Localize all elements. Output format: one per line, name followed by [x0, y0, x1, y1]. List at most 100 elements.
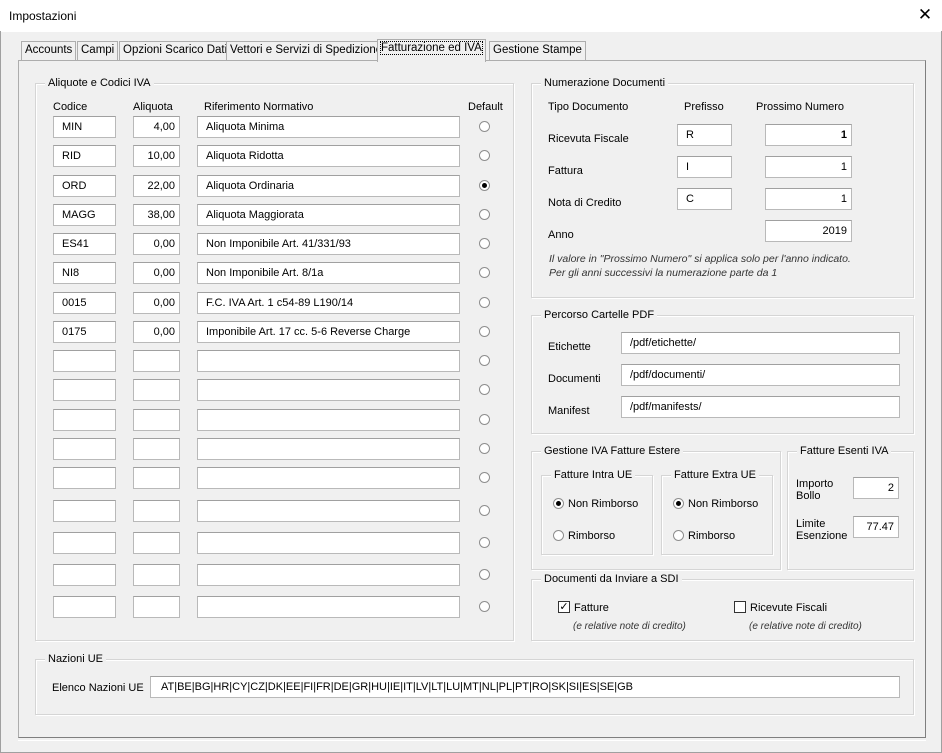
codice-input[interactable] [53, 467, 116, 489]
default-radio[interactable] [479, 297, 490, 308]
codice-input[interactable]: ES41 [53, 233, 116, 255]
default-radio[interactable] [479, 537, 490, 548]
tab-gestione-stampe[interactable]: Gestione Stampe [489, 41, 586, 60]
default-radio[interactable] [479, 384, 490, 395]
anno-input[interactable]: 2019 [765, 220, 852, 242]
codice-input[interactable] [53, 532, 116, 554]
codice-input[interactable] [53, 500, 116, 522]
tab-fatturazione-iva[interactable]: Fatturazione ed IVA [377, 39, 486, 62]
codice-input[interactable] [53, 596, 116, 618]
codice-input[interactable]: MIN [53, 116, 116, 138]
tab-campi[interactable]: Campi [77, 41, 119, 60]
intra-non-rimborso-label[interactable]: Non Rimborso [568, 498, 638, 510]
aliquota-input[interactable] [133, 350, 180, 372]
aliquota-input[interactable] [133, 500, 180, 522]
riferimento-input[interactable] [197, 438, 460, 460]
ricevute-checkbox[interactable] [734, 601, 746, 613]
default-radio[interactable] [479, 472, 490, 483]
numero-fattura-input[interactable]: 1 [765, 156, 852, 178]
default-radio[interactable] [479, 238, 490, 249]
extra-non-rimborso-radio[interactable] [673, 498, 684, 509]
importo-bollo-input[interactable]: 2 [853, 477, 899, 499]
intra-rimborso-label[interactable]: Rimborso [568, 530, 615, 542]
codice-input[interactable] [53, 438, 116, 460]
aliquota-input[interactable] [133, 438, 180, 460]
riferimento-input[interactable]: Imponibile Art. 17 cc. 5-6 Reverse Charg… [197, 321, 460, 343]
tab-opzioni-scarico-dati[interactable]: Opzioni Scarico Dati [119, 41, 232, 60]
aliquota-input[interactable]: 22,00 [133, 175, 180, 197]
path-documenti-input[interactable]: /pdf/documenti/ [621, 364, 900, 386]
riferimento-input[interactable]: Aliquota Ordinaria [197, 175, 460, 197]
default-radio[interactable] [479, 326, 490, 337]
tab-vettori-servizi[interactable]: Vettori e Servizi di Spedizione [226, 41, 387, 60]
fatture-checkbox-label[interactable]: Fatture [574, 602, 609, 614]
default-radio[interactable] [479, 209, 490, 220]
default-radio[interactable] [479, 121, 490, 132]
codice-input[interactable]: MAGG [53, 204, 116, 226]
default-radio[interactable] [479, 180, 490, 191]
aliquota-input[interactable]: 0,00 [133, 321, 180, 343]
default-radio[interactable] [479, 150, 490, 161]
aliquota-input[interactable] [133, 532, 180, 554]
path-etichette-input[interactable]: /pdf/etichette/ [621, 332, 900, 354]
riferimento-input[interactable] [197, 532, 460, 554]
extra-rimborso-label[interactable]: Rimborso [688, 530, 735, 542]
riferimento-input[interactable]: F.C. IVA Art. 1 c54-89 L190/14 [197, 292, 460, 314]
riferimento-input[interactable]: Aliquota Maggiorata [197, 204, 460, 226]
codice-input[interactable]: ORD [53, 175, 116, 197]
aliquota-input[interactable]: 10,00 [133, 145, 180, 167]
codice-input[interactable]: 0175 [53, 321, 116, 343]
default-radio[interactable] [479, 443, 490, 454]
codice-input[interactable]: 0015 [53, 292, 116, 314]
codice-input[interactable] [53, 379, 116, 401]
aliquota-input[interactable]: 0,00 [133, 233, 180, 255]
prefisso-ricevuta-input[interactable]: R [677, 124, 732, 146]
aliquota-input[interactable] [133, 596, 180, 618]
riferimento-input[interactable] [197, 564, 460, 586]
nazioni-input[interactable]: AT|BE|BG|HR|CY|CZ|DK|EE|FI|FR|DE|GR|HU|I… [150, 676, 900, 698]
aliquota-input[interactable]: 4,00 [133, 116, 180, 138]
codice-input[interactable] [53, 409, 116, 431]
numero-ricevuta-input[interactable]: 1 [765, 124, 852, 146]
aliquota-input[interactable]: 0,00 [133, 262, 180, 284]
aliquota-input[interactable] [133, 564, 180, 586]
close-icon[interactable]: ✕ [912, 3, 938, 27]
aliquota-input[interactable]: 38,00 [133, 204, 180, 226]
codice-input[interactable] [53, 350, 116, 372]
prefisso-fattura-input[interactable]: I [677, 156, 732, 178]
aliquota-input[interactable] [133, 409, 180, 431]
extra-rimborso-radio[interactable] [673, 530, 684, 541]
limite-esenzione-input[interactable]: 77.47 [853, 516, 899, 538]
path-manifest-input[interactable]: /pdf/manifests/ [621, 396, 900, 418]
default-radio[interactable] [479, 414, 490, 425]
default-radio[interactable] [479, 267, 490, 278]
default-radio[interactable] [479, 569, 490, 580]
extra-non-rimborso-label[interactable]: Non Rimborso [688, 498, 758, 510]
default-radio[interactable] [479, 355, 490, 366]
prefisso-nota-credito-input[interactable]: C [677, 188, 732, 210]
codice-input[interactable] [53, 564, 116, 586]
ricevute-checkbox-label[interactable]: Ricevute Fiscali [750, 602, 827, 614]
fatture-checkbox[interactable]: ✓ [558, 601, 570, 613]
riferimento-input[interactable]: Non Imponibile Art. 8/1a [197, 262, 460, 284]
riferimento-input[interactable] [197, 350, 460, 372]
riferimento-input[interactable]: Non Imponibile Art. 41/331/93 [197, 233, 460, 255]
intra-non-rimborso-radio[interactable] [553, 498, 564, 509]
riferimento-input[interactable]: Aliquota Minima [197, 116, 460, 138]
riferimento-input[interactable] [197, 379, 460, 401]
numero-nota-credito-input[interactable]: 1 [765, 188, 852, 210]
tab-accounts[interactable]: Accounts [21, 41, 77, 60]
default-radio[interactable] [479, 601, 490, 612]
riferimento-input[interactable] [197, 467, 460, 489]
codice-input[interactable]: NI8 [53, 262, 116, 284]
aliquota-input[interactable] [133, 467, 180, 489]
riferimento-input[interactable] [197, 596, 460, 618]
aliquota-input[interactable]: 0,00 [133, 292, 180, 314]
riferimento-input[interactable] [197, 500, 460, 522]
riferimento-input[interactable]: Aliquota Ridotta [197, 145, 460, 167]
intra-rimborso-radio[interactable] [553, 530, 564, 541]
riferimento-input[interactable] [197, 409, 460, 431]
codice-input[interactable]: RID [53, 145, 116, 167]
aliquota-input[interactable] [133, 379, 180, 401]
default-radio[interactable] [479, 505, 490, 516]
